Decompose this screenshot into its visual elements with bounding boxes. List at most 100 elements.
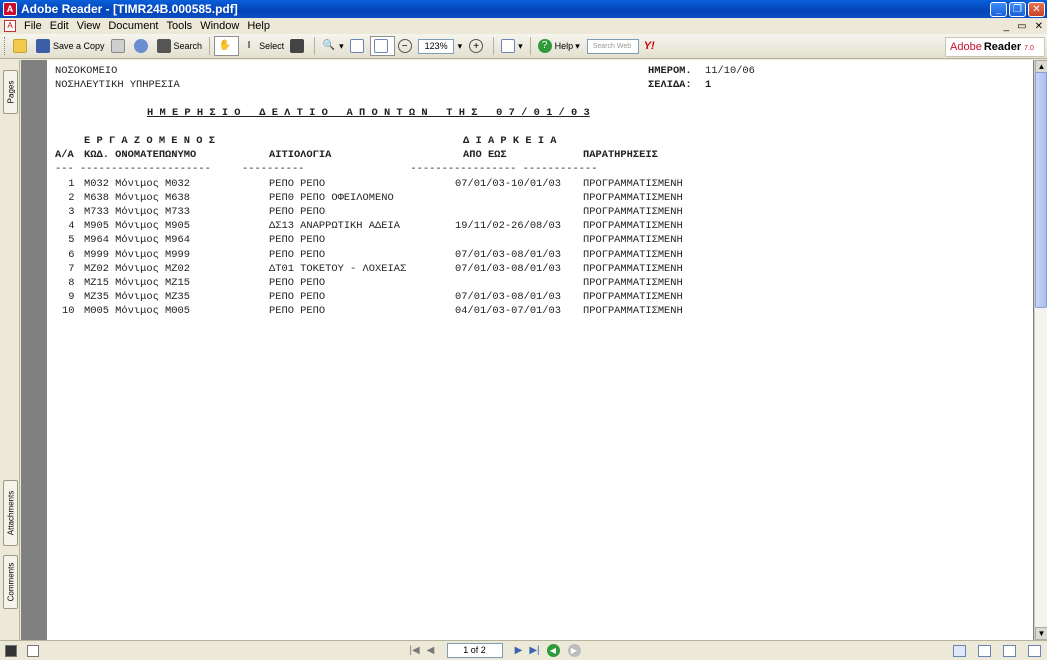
doc-restore-button[interactable]: ▭ — [1013, 21, 1030, 32]
menu-view[interactable]: View — [73, 20, 105, 32]
column-header-aa: Α/Α — [55, 149, 74, 161]
row-reason: ΡΕΠΟ ΡΕΠΟ — [269, 178, 326, 190]
row-aa: 1 — [62, 178, 75, 190]
row-reason: ΡΕΠΟ ΡΕΠΟ — [269, 206, 326, 219]
help-label: Help — [554, 41, 574, 51]
panel-toggle-icon[interactable] — [5, 644, 17, 657]
yahoo-logo-icon[interactable]: Y! — [644, 40, 655, 52]
row-aa: 5 — [62, 234, 75, 247]
restore-window-button[interactable]: ❐ — [1009, 1, 1026, 17]
tab-attachments-label: Attachments — [6, 490, 15, 536]
zoom-dropdown-icon[interactable]: ▾ — [458, 41, 463, 52]
hand-icon: ✋ — [218, 40, 232, 51]
row-aa: 7 — [62, 262, 75, 275]
zoom-in-button[interactable]: + — [466, 36, 489, 56]
hand-tool-button[interactable]: ✋ — [214, 36, 240, 56]
floppy-disk-icon — [36, 39, 50, 53]
row-notes: ΠΡΟΓΡΑΜΜΑΤΙΣΜΕΝΗ — [583, 248, 683, 261]
window-title: Adobe Reader - [TIMR24B.000585.pdf] — [21, 2, 238, 16]
continuous-view-icon[interactable] — [978, 644, 991, 657]
email-globe-icon — [133, 39, 148, 53]
magnifier-icon: 🔍 — [322, 40, 336, 51]
zoom-out-button[interactable]: − — [395, 36, 418, 56]
brand-adobe: Adobe — [950, 41, 982, 53]
menu-tools[interactable]: Tools — [163, 20, 197, 32]
close-window-button[interactable]: ✕ — [1028, 1, 1045, 17]
search-label: Search — [173, 41, 203, 51]
first-page-icon[interactable]: |◀ — [407, 645, 423, 656]
toolbar-grip[interactable] — [4, 37, 7, 55]
rotate-page-icon — [501, 39, 516, 53]
select-tool-button[interactable]: I Select — [239, 36, 287, 56]
doc-minimize-button[interactable]: _ — [1000, 21, 1014, 32]
row-code-name: M999 Μόνιμος M999 — [84, 248, 191, 261]
page-size-icon[interactable] — [27, 644, 39, 657]
row-aa: 6 — [62, 248, 75, 261]
snapshot-tool-button[interactable] — [287, 36, 310, 56]
zoom-tool-button[interactable]: 🔍 ▾ — [319, 36, 347, 56]
actual-size-button[interactable] — [347, 36, 370, 56]
doc-close-button[interactable]: ✕ — [1031, 21, 1047, 32]
row-aa: 3 — [62, 206, 75, 219]
rotate-view-button[interactable]: ▾ — [498, 36, 526, 56]
row-code-name: MΘ05 Μόνιμος MΘ05 — [84, 304, 191, 317]
row-code-name: M733 Μόνιμος M733 — [84, 206, 191, 219]
search-button[interactable]: Search — [154, 36, 206, 56]
main-toolbar: Save a Copy Search ✋ I Select 🔍 ▾ − 123%… — [0, 34, 1047, 59]
zoom-level-field[interactable]: 123% — [417, 38, 454, 54]
menu-window[interactable]: Window — [196, 20, 243, 32]
row-aa: 2 — [62, 192, 75, 205]
document-viewport[interactable]: ΝΟΣΟΚΟΜΕΙΟ ΝΟΣΗΛΕΥΤΙΚΗ ΥΠΗΡΕΣΙΑ ΗΜΕΡΟΜ. … — [21, 60, 1034, 640]
fit-page-icon — [373, 39, 388, 53]
menu-document[interactable]: Document — [104, 20, 162, 32]
vertical-scrollbar[interactable]: ▲ ▼ — [1034, 60, 1047, 640]
menu-file[interactable]: File — [20, 20, 46, 32]
tab-pages[interactable]: Pages — [3, 70, 18, 114]
adobe-reader-app-icon: A — [3, 2, 17, 16]
menu-edit[interactable]: Edit — [46, 20, 73, 32]
search-web-field[interactable]: Search Web — [586, 38, 639, 54]
print-button[interactable] — [108, 36, 131, 56]
continuous-facing-view-icon[interactable] — [1028, 644, 1041, 657]
open-button[interactable] — [10, 36, 33, 56]
tab-pages-label: Pages — [6, 80, 15, 104]
row-notes: ΠΡΟΓΡΑΜΜΑΤΙΣΜΕΝΗ — [583, 234, 683, 247]
next-page-icon[interactable]: ▶ — [511, 645, 527, 656]
window-titlebar[interactable]: A Adobe Reader - [TIMR24B.000585.pdf] _ … — [0, 0, 1047, 18]
tab-attachments[interactable]: Attachments — [3, 480, 18, 546]
row-period: 07/01/03-08/01/03 — [455, 262, 562, 275]
previous-page-icon[interactable]: ◀ — [423, 645, 439, 656]
adobe-reader-brand-logo: Adobe Reader 7.0 — [945, 37, 1045, 57]
row-reason: ΡΕΠ0 ΡΕΠΟ ΟΦΕΙΛΟΜΕΝΟ — [269, 192, 394, 205]
menu-help[interactable]: Help — [243, 20, 274, 32]
date-value: 11/10/06 — [705, 65, 755, 77]
email-button[interactable] — [131, 36, 154, 56]
row-notes: ΠΡΟΓΡΑΜΜΑΤΙΣΜΕΝΗ — [583, 276, 683, 289]
printer-icon — [110, 39, 125, 53]
go-forward-icon[interactable]: ▶ — [567, 644, 581, 657]
facing-view-icon[interactable] — [1003, 644, 1016, 657]
column-header-code-name: ΚΩΔ. ΟΝΟΜΑΤΕΠΩΝΥΜΟ — [84, 149, 197, 161]
row-code-name: M032 Μόνιμος M032 — [84, 178, 191, 190]
save-copy-button[interactable]: Save a Copy — [33, 36, 108, 56]
last-page-icon[interactable]: ▶| — [527, 645, 543, 656]
help-button[interactable]: ? Help ▾ — [535, 36, 583, 56]
document-menu-icon[interactable]: A — [4, 20, 16, 32]
scroll-down-arrow-icon[interactable]: ▼ — [1035, 627, 1047, 640]
single-page-view-icon[interactable] — [953, 644, 966, 657]
page-value: 1 — [705, 79, 712, 91]
navigation-panel: Pages Attachments Comments — [0, 60, 20, 640]
scroll-thumb[interactable] — [1035, 72, 1047, 308]
header-underline: --- --------------------- ---------- ---… — [55, 163, 598, 175]
report-title: Η Μ Ε Ρ Η Σ Ι Ο Δ Ε Λ Τ Ι Ο Α Π Ο Ν Τ Ω … — [147, 107, 590, 119]
group-header-employee: Ε Ρ Γ Α Ζ Ο Μ Ε Ν Ο Σ — [84, 135, 215, 147]
page-number-field[interactable]: 1 of 2 — [446, 643, 503, 658]
row-reason: ΔΣ13 ΑΝΑΡΡΩΤΙΚΗ ΑΔΕΙΑ — [269, 220, 400, 233]
fit-page-button[interactable] — [369, 36, 395, 56]
pdf-page: ΝΟΣΟΚΟΜΕΙΟ ΝΟΣΗΛΕΥΤΙΚΗ ΥΠΗΡΕΣΙΑ ΗΜΕΡΟΜ. … — [47, 60, 1033, 640]
go-back-icon[interactable]: ◀ — [546, 644, 560, 657]
row-notes: ΠΡΟΓΡΑΜΜΑΤΙΣΜΕΝΗ — [583, 178, 683, 190]
tab-comments[interactable]: Comments — [3, 555, 18, 609]
row-period: 07/01/03-08/01/03 — [455, 290, 562, 303]
minimize-window-button[interactable]: _ — [990, 1, 1007, 17]
